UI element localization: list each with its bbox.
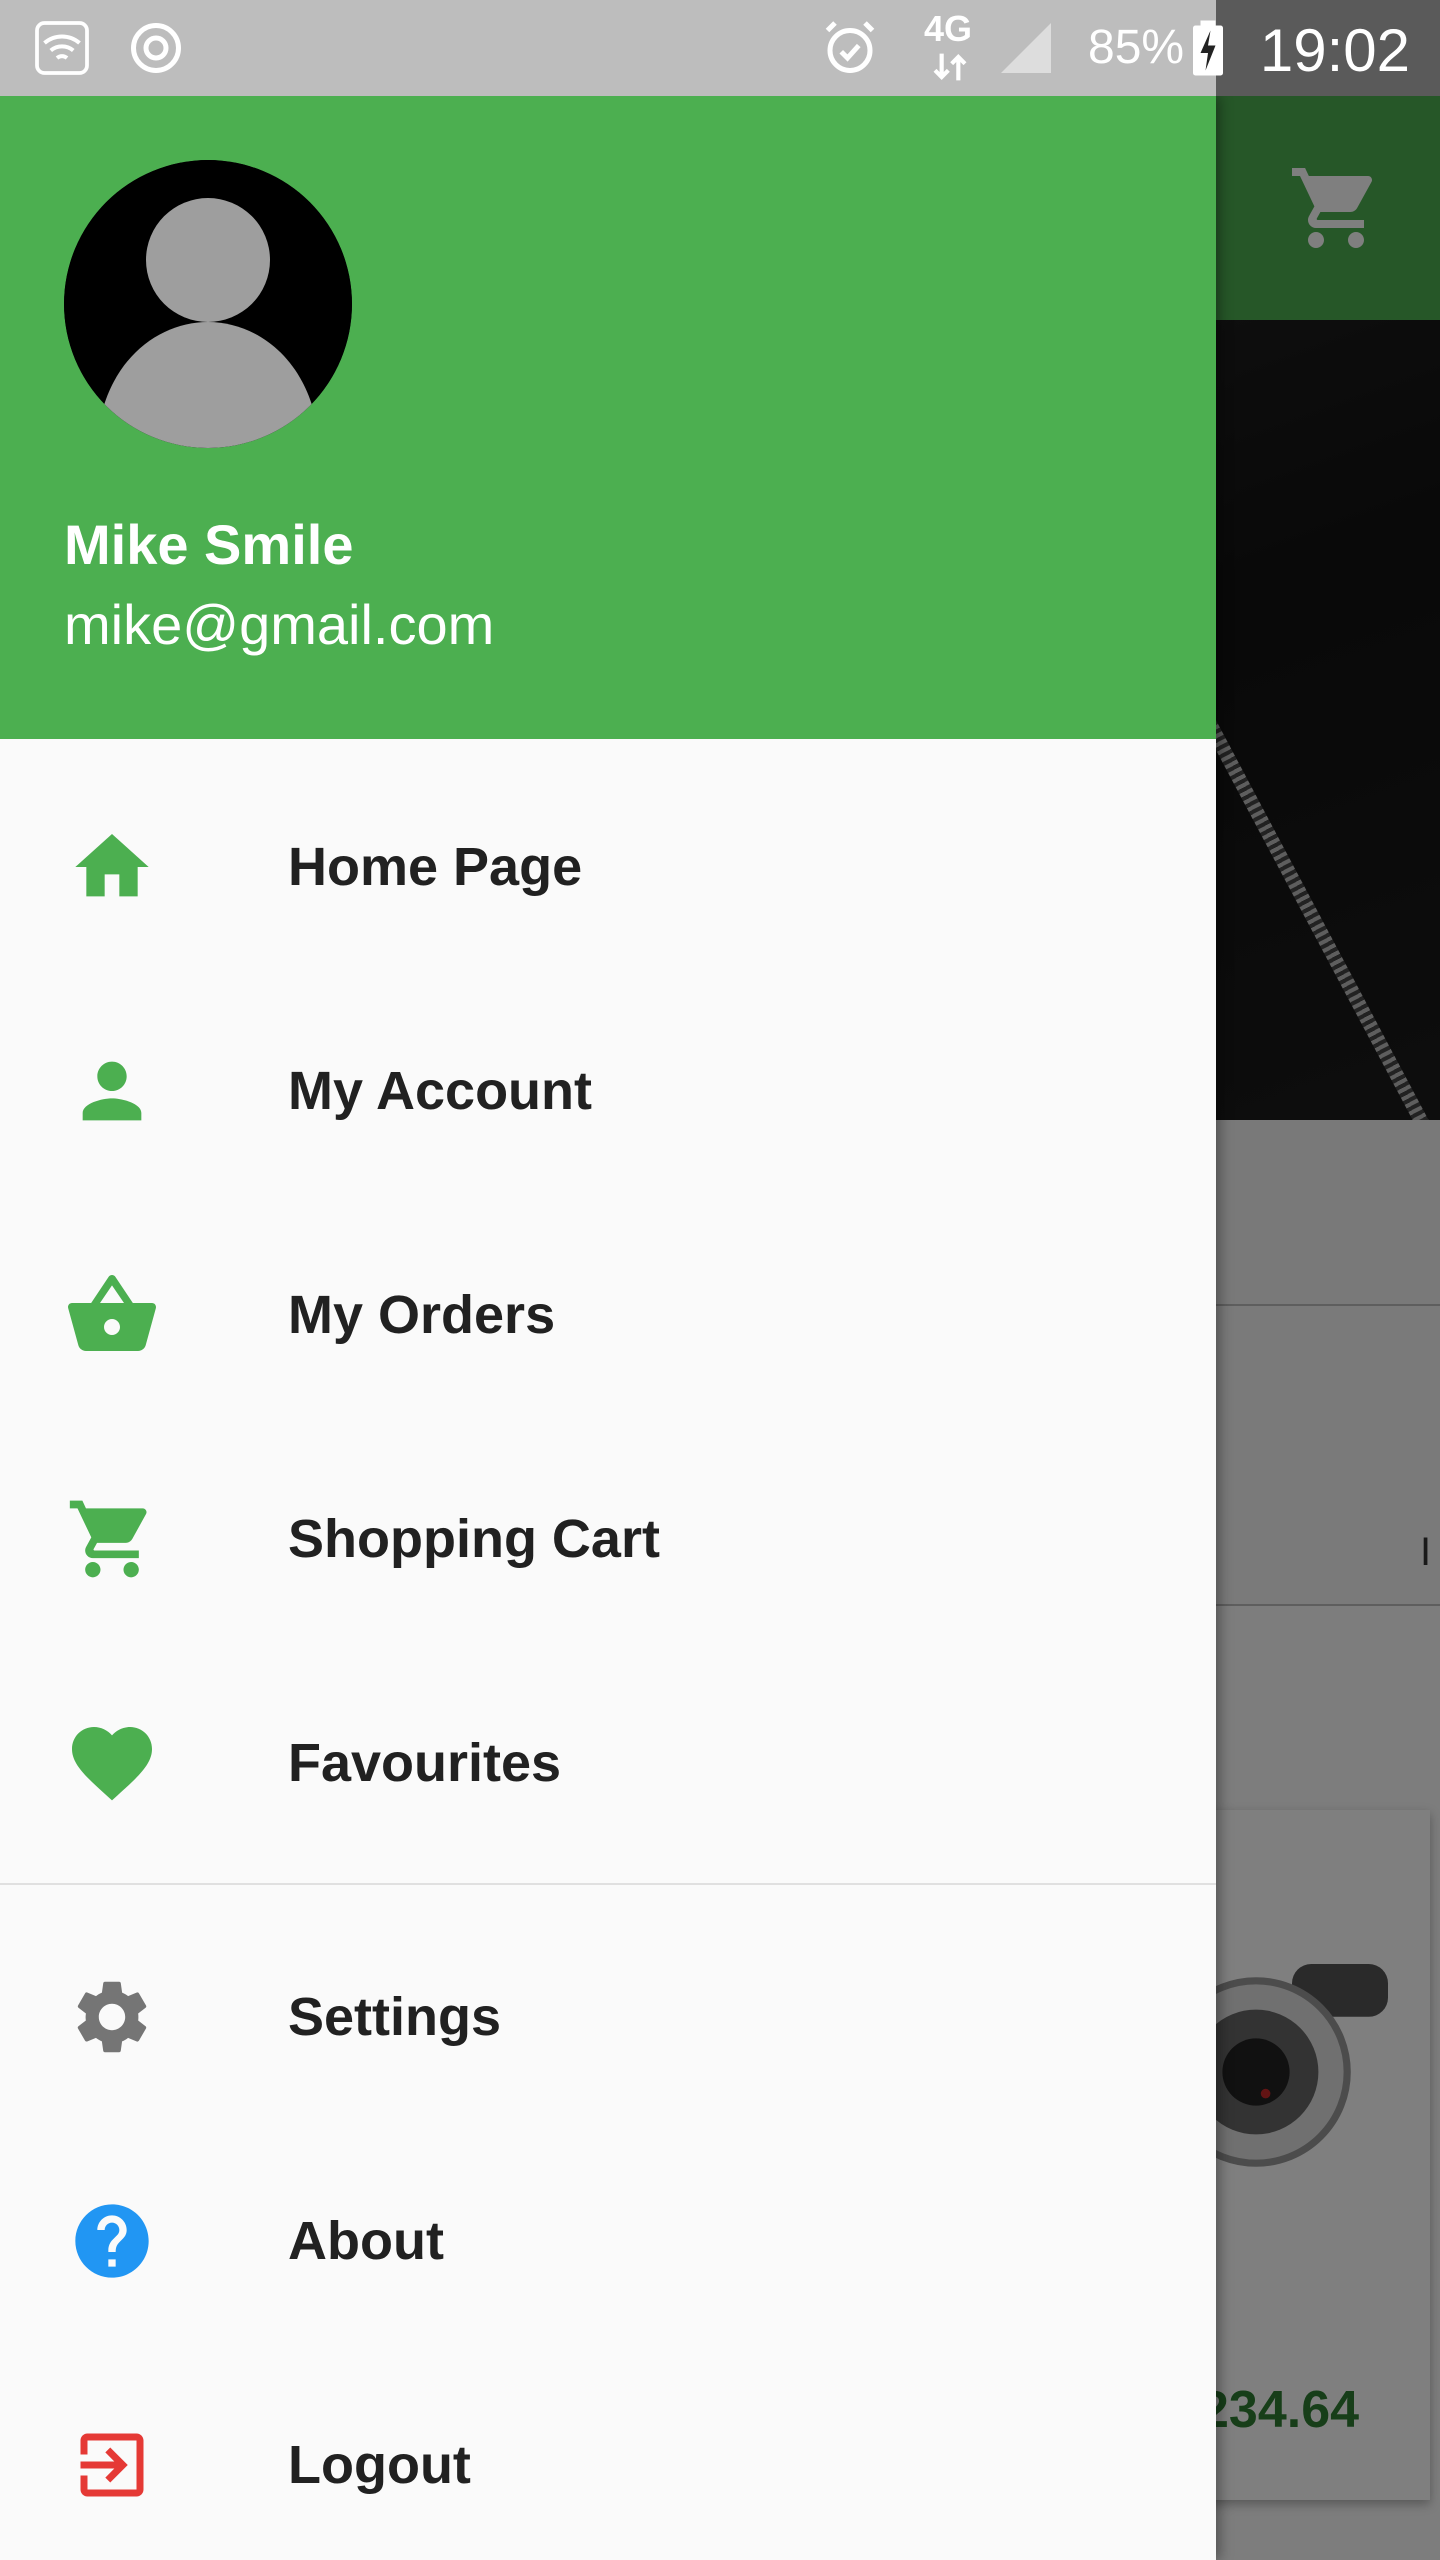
navigation-drawer: Mike Smile mike@gmail.com Home Page My A… (0, 96, 1216, 2560)
user-email: mike@gmail.com (64, 593, 495, 656)
avatar[interactable] (64, 160, 352, 448)
help-icon (64, 2193, 160, 2289)
menu-item-label: Favourites (288, 1733, 562, 1793)
network-4g-icon (933, 53, 967, 81)
gear-icon (64, 1969, 160, 2065)
menu-item-home-page[interactable]: Home Page (0, 755, 1216, 979)
menu-item-settings[interactable]: Settings (0, 1905, 1216, 2129)
menu-divider (0, 1883, 1216, 1885)
battery-percentage: 85% (1088, 21, 1185, 74)
status-bar: 4G 85% 19:02 (0, 0, 1440, 96)
screen: I 234.64 4G (0, 0, 1440, 2560)
drawer-header: Mike Smile mike@gmail.com (0, 96, 1216, 739)
heart-icon (64, 1715, 160, 1811)
signal-icon (1001, 23, 1051, 73)
alarm-icon (825, 21, 875, 73)
network-type-label: 4G (924, 8, 973, 49)
logout-icon (64, 2417, 160, 2513)
menu-item-label: Settings (288, 1987, 502, 2047)
drawer-menu: Home Page My Account My Orders Shopping … (0, 739, 1216, 2560)
status-time: 19:02 (1259, 17, 1410, 84)
menu-item-label: Logout (288, 2435, 471, 2495)
menu-item-label: About (288, 2211, 444, 2271)
avatar-placeholder-icon (64, 160, 352, 448)
menu-item-my-account[interactable]: My Account (0, 979, 1216, 1203)
menu-item-shopping-cart[interactable]: Shopping Cart (0, 1427, 1216, 1651)
user-name: Mike Smile (64, 513, 354, 576)
menu-item-label: My Account (288, 1061, 593, 1121)
menu-item-label: My Orders (288, 1285, 556, 1345)
cart-icon (64, 1491, 160, 1587)
menu-item-label: Home Page (288, 837, 583, 897)
person-icon (64, 1043, 160, 1139)
menu-item-label: Shopping Cart (288, 1509, 660, 1569)
menu-item-logout[interactable]: Logout (0, 2353, 1216, 2560)
menu-item-favourites[interactable]: Favourites (0, 1651, 1216, 1875)
menu-item-my-orders[interactable]: My Orders (0, 1203, 1216, 1427)
menu-item-about[interactable]: About (0, 2129, 1216, 2353)
battery-charging-icon (1193, 20, 1223, 76)
basket-icon (64, 1267, 160, 1363)
sync-icon (131, 23, 181, 73)
wifi-icon (35, 21, 89, 75)
home-icon (64, 819, 160, 915)
